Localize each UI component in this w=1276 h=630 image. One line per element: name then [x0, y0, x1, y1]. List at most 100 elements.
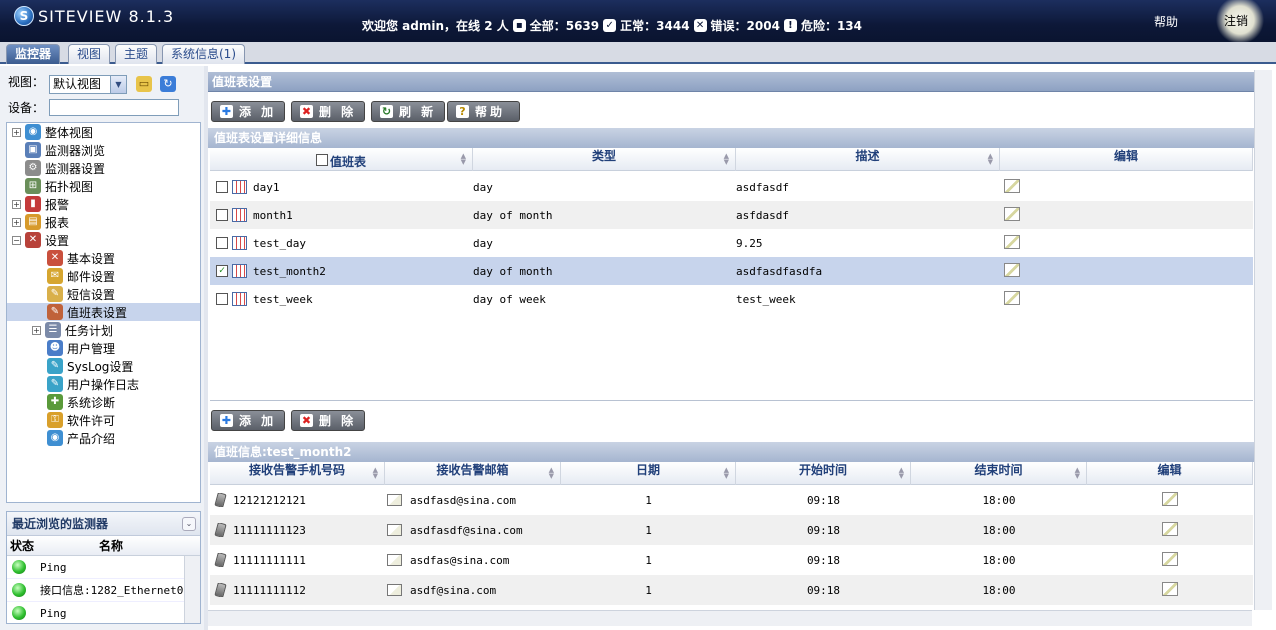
row-checkbox[interactable]	[216, 181, 228, 193]
tree-item-monitor-browse[interactable]: ▣ 监测器浏览	[25, 141, 105, 159]
duty-date: 1	[645, 523, 652, 537]
duty-row[interactable]: 11111111111 asdfas@sina.com 1 09:18 18:0…	[210, 545, 1253, 575]
col-start-time[interactable]: 开始时间 ▲ ▼	[736, 462, 911, 485]
sort-icon[interactable]: ▲ ▼	[373, 467, 378, 480]
tree-item-topology[interactable]: ⊞ 拓扑视图	[25, 177, 93, 195]
collapse-icon[interactable]: ⌄	[182, 517, 196, 531]
row-checkbox[interactable]	[216, 237, 228, 249]
select-all-checkbox[interactable]	[315, 154, 328, 166]
table-row[interactable]: test_day day 9.25	[210, 229, 1253, 257]
col-date[interactable]: 日期 ▲ ▼	[561, 462, 736, 485]
refresh-button[interactable]: ↻ 刷 新	[371, 101, 445, 122]
edit-icon[interactable]	[1162, 491, 1178, 506]
chevron-down-icon[interactable]: ▼	[110, 76, 126, 93]
col-email[interactable]: 接收告警邮箱 ▲ ▼	[385, 462, 561, 485]
sort-icon[interactable]: ▲ ▼	[988, 153, 993, 166]
row-checkbox[interactable]: ✓	[216, 265, 228, 277]
delete-button[interactable]: ✖ 删 除	[291, 101, 365, 122]
expand-toggle[interactable]: +	[12, 127, 21, 137]
view-select[interactable]: 默认视图 ▼	[49, 75, 127, 94]
divider	[210, 400, 1253, 401]
help-link[interactable]: 帮助	[1154, 13, 1178, 30]
tab-system-info[interactable]: 系统信息(1)	[162, 44, 245, 64]
tab-themes[interactable]: 主题	[115, 44, 158, 64]
edit-icon[interactable]	[1162, 551, 1178, 566]
tree-item-sms-settings[interactable]: ✎ 短信设置	[47, 285, 115, 303]
tree-item-reports[interactable]: + ▤ 报表	[12, 213, 69, 231]
sort-icon[interactable]: ▲ ▼	[899, 467, 904, 480]
error-count: 错误：2004	[710, 19, 780, 33]
col-schedule[interactable]: 值班表 ▲ ▼	[210, 148, 473, 171]
row-checkbox[interactable]	[216, 293, 228, 305]
tree-item-basic-settings[interactable]: ✕ 基本设置	[47, 249, 115, 267]
tree-item-product-intro[interactable]: ◉ 产品介绍	[47, 429, 115, 447]
recent-row[interactable]: Ping	[7, 556, 200, 579]
expand-toggle[interactable]: −	[12, 235, 21, 245]
status-ok-icon	[12, 583, 26, 597]
tree-item-duty-schedule[interactable]: ✎ 值班表设置	[7, 303, 200, 321]
recent-row[interactable]: Ping	[7, 602, 200, 623]
duty-row[interactable]: 11111111123 asdfasdf@sina.com 1 09:18 18…	[210, 515, 1253, 545]
col-description[interactable]: 描述 ▲ ▼	[736, 148, 1000, 171]
table-row[interactable]: month1 day of month asfdasdf	[210, 201, 1253, 229]
expand-toggle[interactable]: +	[12, 217, 21, 227]
license-icon: ⚿	[47, 412, 63, 428]
help-button[interactable]: ? 帮助	[447, 101, 520, 122]
refresh-icon[interactable]: ↻	[160, 76, 176, 92]
tree-item-mail-settings[interactable]: ✉ 邮件设置	[47, 267, 115, 285]
table-row[interactable]: day1 day asdfasdf	[210, 173, 1253, 201]
duty-row[interactable]: 12121212121 asdfasd@sina.com 1 09:18 18:…	[210, 485, 1253, 515]
logout-link[interactable]: 注销	[1224, 12, 1248, 29]
edit-icon[interactable]	[1004, 262, 1020, 277]
add-button[interactable]: ✚ 添 加	[211, 101, 285, 122]
expand-toggle[interactable]: +	[12, 199, 21, 209]
main-horizontal-scrollbar[interactable]	[208, 610, 1252, 626]
edit-icon[interactable]	[1004, 178, 1020, 193]
tree-item-license[interactable]: ⚿ 软件许可	[47, 411, 115, 429]
tree-item-label: 用户管理	[67, 341, 116, 356]
table-row-selected[interactable]: ✓ test_month2 day of month asdfasdfasdfa	[210, 257, 1253, 285]
delete-duty-button[interactable]: ✖ 删 除	[291, 410, 365, 431]
edit-icon[interactable]	[1162, 581, 1178, 596]
sort-icon[interactable]: ▲ ▼	[461, 153, 466, 166]
expand-toggle[interactable]: +	[32, 325, 41, 335]
table-row[interactable]: test_week day of week test_week	[210, 285, 1253, 313]
duty-row[interactable]: 11111111112 asdf@sina.com 1 09:18 18:00	[210, 575, 1253, 605]
tree-item-diagnostics[interactable]: ✚ 系统诊断	[47, 393, 115, 411]
tab-views[interactable]: 视图	[68, 44, 111, 64]
tree-item-settings[interactable]: − ✕ 设置	[12, 231, 69, 249]
col-type[interactable]: 类型 ▲ ▼	[473, 148, 736, 171]
sms-icon: ✎	[47, 286, 63, 302]
col-phone[interactable]: 接收告警手机号码 ▲ ▼	[210, 462, 385, 485]
sort-icon[interactable]: ▲ ▼	[724, 153, 729, 166]
tree-item-user-log[interactable]: ✎ 用户操作日志	[47, 375, 139, 393]
edit-icon[interactable]	[1004, 290, 1020, 305]
tree-item-monitor-settings[interactable]: ⚙ 监测器设置	[25, 159, 105, 177]
tree-item-overall-view[interactable]: + ◉ 整体视图	[12, 123, 93, 141]
device-input[interactable]	[49, 99, 179, 116]
recent-row[interactable]: 接口信息:1282_Ethernet0,	[7, 579, 200, 602]
sort-icon[interactable]: ▲ ▼	[724, 467, 729, 480]
tree-item-alerts[interactable]: + ▮ 报警	[12, 195, 69, 213]
folder-icon[interactable]: ▭	[136, 76, 152, 92]
tree-item-task-plan[interactable]: + ☰ 任务计划	[32, 321, 113, 339]
sort-icon[interactable]: ▲ ▼	[549, 467, 554, 480]
add-duty-button[interactable]: ✚ 添 加	[211, 410, 285, 431]
status-summary: 欢迎您 admin，在线 2 人 ▪ 全部：5639 ✓ 正常：3444 ✕ 错…	[362, 17, 862, 34]
refresh-icon: ↻	[380, 105, 393, 118]
main-vertical-scrollbar[interactable]	[1254, 70, 1272, 610]
tree-item-user-management[interactable]: ☻ 用户管理	[47, 339, 115, 357]
recent-scrollbar[interactable]	[184, 556, 200, 623]
row-checkbox[interactable]	[216, 209, 228, 221]
edit-icon[interactable]	[1004, 206, 1020, 221]
col-end-time[interactable]: 结束时间 ▲ ▼	[911, 462, 1087, 485]
sort-icon[interactable]: ▲ ▼	[1075, 467, 1080, 480]
tab-monitors[interactable]: 监控器	[6, 44, 61, 64]
phone-icon	[214, 493, 227, 507]
help-button-label: 帮助	[475, 105, 506, 119]
edit-icon[interactable]	[1004, 234, 1020, 249]
app-title: SITEVIEW 8.1.3	[38, 6, 175, 26]
edit-icon[interactable]	[1162, 521, 1178, 536]
tree-item-syslog-settings[interactable]: ✎ SysLog设置	[47, 357, 133, 375]
duty-end: 18:00	[982, 523, 1016, 537]
